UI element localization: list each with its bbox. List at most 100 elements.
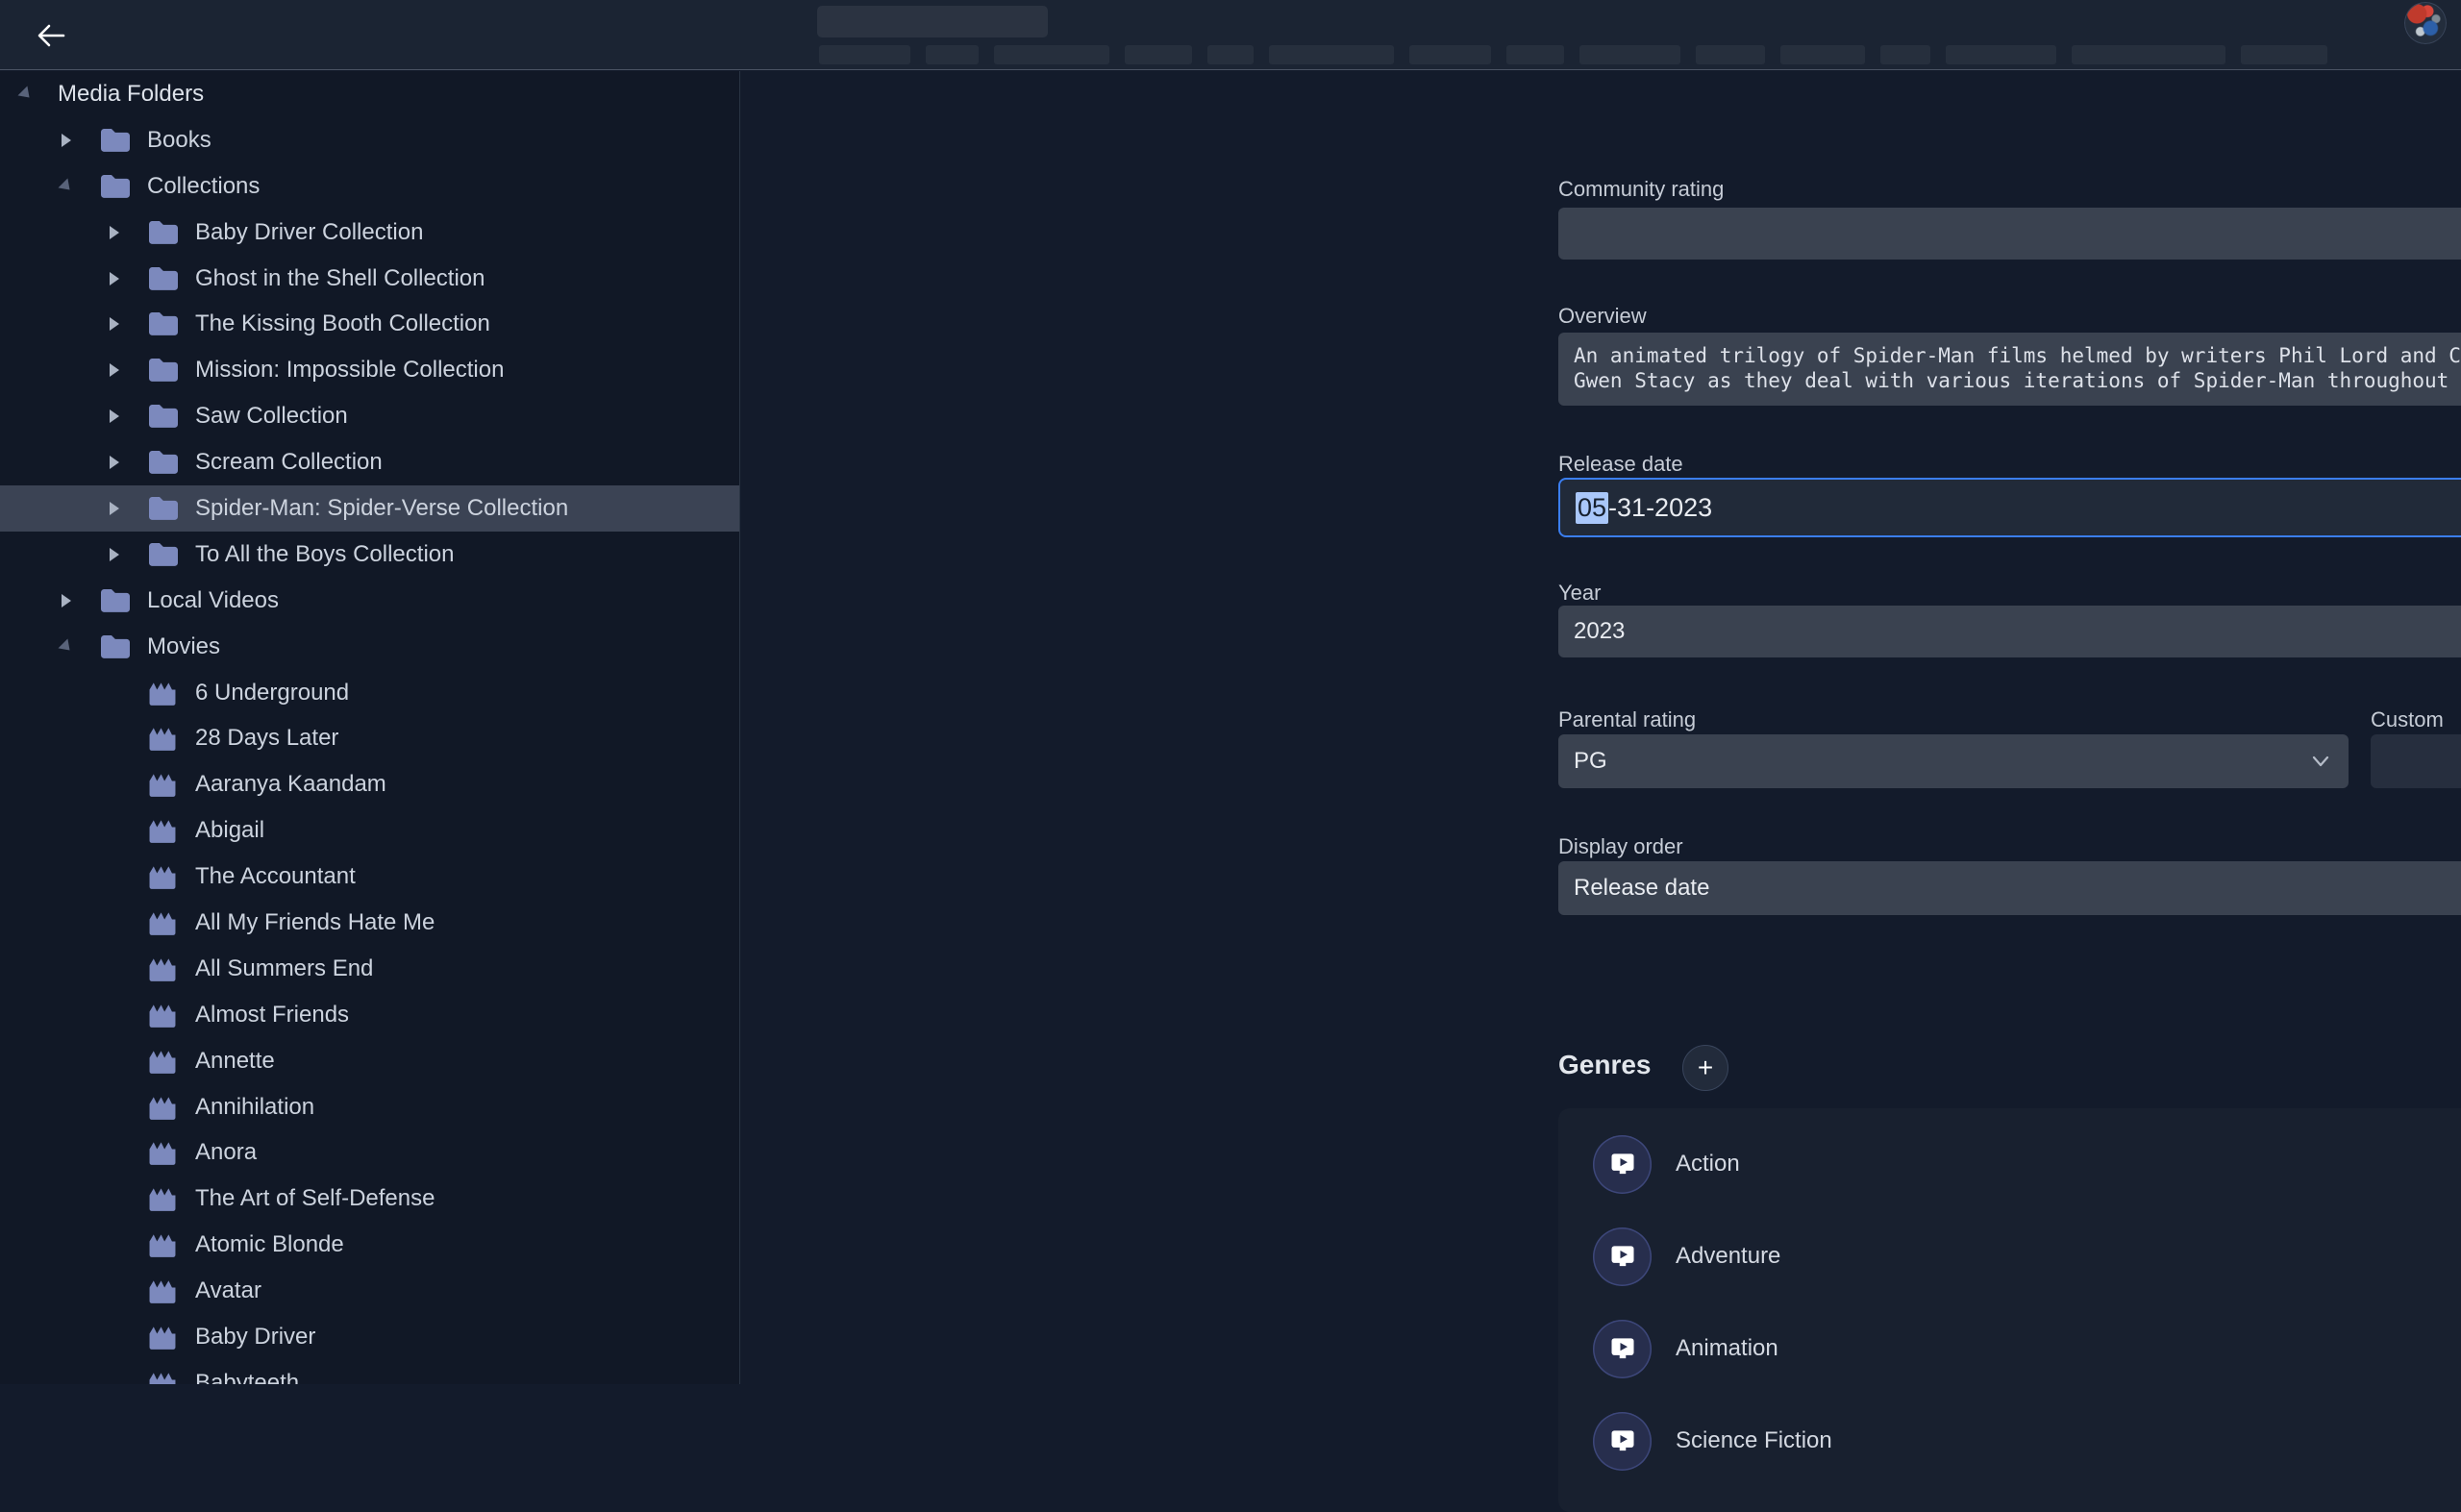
display-order-value: Release date	[1574, 875, 1709, 902]
chevron-collapsed-icon[interactable]	[110, 272, 146, 285]
sidebar-item-the-art-of-self-defense[interactable]: The Art of Self-Defense	[0, 1176, 739, 1222]
movie-icon	[146, 1276, 181, 1306]
sidebar-item-label: 28 Days Later	[195, 725, 338, 752]
folder-icon	[98, 632, 133, 661]
sidebar-item-avatar[interactable]: Avatar	[0, 1268, 739, 1314]
sidebar-item-label: Annette	[195, 1048, 275, 1075]
genre-label: Animation	[1676, 1335, 1778, 1362]
overview-label: Overview	[1558, 304, 1647, 329]
overview-textarea[interactable]: An animated trilogy of Spider-Man films …	[1558, 333, 2461, 406]
user-avatar[interactable]	[2404, 2, 2447, 44]
play-box-icon	[1593, 1227, 1652, 1286]
sidebar-item-aaranya-kaandam[interactable]: Aaranya Kaandam	[0, 761, 739, 807]
sidebar-item-label: Ghost in the Shell Collection	[195, 265, 485, 292]
movie-icon	[146, 1368, 181, 1384]
movie-icon	[146, 1092, 181, 1123]
sidebar-item-all-my-friends-hate-me[interactable]: All My Friends Hate Me	[0, 900, 739, 946]
movie-icon	[146, 769, 181, 800]
sidebar-item-baby-driver[interactable]: Baby Driver	[0, 1314, 739, 1360]
edit-metadata-form: Community rating Overview An animated tr…	[741, 71, 2461, 1384]
chevron-collapsed-icon[interactable]	[62, 134, 98, 147]
genre-row-action: Action	[1558, 1118, 2461, 1210]
folder-icon	[98, 586, 133, 615]
chevron-expanded-icon[interactable]	[62, 640, 98, 654]
sidebar-item-media-folders[interactable]: Media Folders	[0, 71, 739, 117]
year-input[interactable]	[1558, 606, 2461, 657]
sidebar-item-spider-man-spider-verse-collection[interactable]: Spider-Man: Spider-Verse Collection	[0, 485, 739, 532]
genre-row-animation: Animation	[1558, 1302, 2461, 1395]
sidebar-item-label: Annihilation	[195, 1094, 314, 1121]
genre-label: Science Fiction	[1676, 1427, 1832, 1454]
add-genre-button[interactable]: +	[1682, 1045, 1728, 1091]
chevron-collapsed-icon[interactable]	[110, 409, 146, 423]
display-order-select[interactable]: Release date	[1558, 861, 2461, 915]
sidebar-item-scream-collection[interactable]: Scream Collection	[0, 439, 739, 485]
parental-rating-select[interactable]: PG	[1558, 734, 2349, 788]
sidebar-item-annette[interactable]: Annette	[0, 1038, 739, 1084]
sidebar-item-label: Baby Driver Collection	[195, 219, 423, 246]
date-selected-segment[interactable]: 05	[1576, 492, 1608, 524]
obscured-title-text	[817, 6, 1048, 37]
sidebar-item-28-days-later[interactable]: 28 Days Later	[0, 715, 739, 761]
sidebar-item-6-underground[interactable]: 6 Underground	[0, 670, 739, 716]
movie-icon	[146, 861, 181, 892]
chevron-collapsed-icon[interactable]	[110, 226, 146, 239]
sidebar-item-babyteeth[interactable]: Babyteeth	[0, 1360, 739, 1384]
sidebar-item-label: To All the Boys Collection	[195, 541, 454, 568]
sidebar-item-label: Avatar	[195, 1277, 261, 1304]
movie-icon	[146, 1046, 181, 1077]
chevron-collapsed-icon[interactable]	[110, 502, 146, 515]
media-folders-sidebar[interactable]: Media Folders BooksCollections Baby Drive…	[0, 71, 740, 1384]
sidebar-item-all-summers-end[interactable]: All Summers End	[0, 946, 739, 992]
sidebar-item-collections[interactable]: Collections	[0, 163, 739, 210]
sidebar-item-local-videos[interactable]: Local Videos	[0, 578, 739, 624]
chevron-collapsed-icon[interactable]	[110, 317, 146, 331]
chevron-collapsed-icon[interactable]	[110, 456, 146, 469]
release-date-label: Release date	[1558, 452, 1683, 477]
sidebar-item-saw-collection[interactable]: Saw Collection	[0, 393, 739, 439]
sidebar-item-the-accountant[interactable]: The Accountant	[0, 854, 739, 900]
custom-rating-select[interactable]	[2371, 734, 2461, 788]
folder-icon	[98, 172, 133, 201]
movie-icon	[146, 1183, 181, 1214]
sidebar-item-label: Aaranya Kaandam	[195, 771, 386, 798]
folder-icon	[146, 494, 181, 523]
sidebar-item-movies[interactable]: Movies	[0, 624, 739, 670]
back-button[interactable]	[35, 19, 67, 52]
sidebar-item-abigail[interactable]: Abigail	[0, 807, 739, 854]
chevron-collapsed-icon[interactable]	[110, 548, 146, 561]
sidebar-item-almost-friends[interactable]: Almost Friends	[0, 992, 739, 1038]
sidebar-item-the-kissing-booth-collection[interactable]: The Kissing Booth Collection	[0, 301, 739, 347]
sidebar-item-label: Mission: Impossible Collection	[195, 357, 504, 384]
chevron-collapsed-icon[interactable]	[62, 594, 98, 607]
community-rating-input[interactable]	[1558, 208, 2461, 260]
sidebar-item-anora[interactable]: Anora	[0, 1129, 739, 1176]
folder-icon	[146, 218, 181, 247]
sidebar-item-mission-impossible-collection[interactable]: Mission: Impossible Collection	[0, 347, 739, 393]
chevron-expanded-icon[interactable]	[62, 180, 98, 193]
sidebar-item-atomic-blonde[interactable]: Atomic Blonde	[0, 1222, 739, 1268]
movie-icon	[146, 1137, 181, 1168]
sidebar-item-label: The Kissing Booth Collection	[195, 310, 490, 337]
chevron-collapsed-icon[interactable]	[110, 363, 146, 377]
sidebar-item-books[interactable]: Books	[0, 117, 739, 163]
folder-icon	[146, 356, 181, 384]
chevron-expanded-icon[interactable]	[21, 87, 58, 101]
release-date-input[interactable]: 05 -31-2023	[1558, 478, 2461, 537]
sidebar-item-ghost-in-the-shell-collection[interactable]: Ghost in the Shell Collection	[0, 256, 739, 302]
play-box-icon	[1593, 1320, 1652, 1378]
arrow-left-icon	[39, 26, 63, 45]
sidebar-item-baby-driver-collection[interactable]: Baby Driver Collection	[0, 210, 739, 256]
folder-icon	[98, 126, 133, 155]
sidebar-item-annihilation[interactable]: Annihilation	[0, 1084, 739, 1130]
movie-icon	[146, 1322, 181, 1352]
genres-list: ActionAdventureAnimationScience Fiction	[1558, 1108, 2461, 1512]
sidebar-item-label: Scream Collection	[195, 449, 383, 476]
chevron-down-icon	[2310, 751, 2331, 772]
folder-icon	[146, 448, 181, 477]
movie-icon	[146, 1229, 181, 1260]
sidebar-item-to-all-the-boys-collection[interactable]: To All the Boys Collection	[0, 532, 739, 578]
sidebar-item-label: Baby Driver	[195, 1324, 315, 1351]
sidebar-item-label: Abigail	[195, 817, 264, 844]
media-folder-tree[interactable]: BooksCollections Baby Driver Collection Gh…	[0, 117, 739, 1384]
